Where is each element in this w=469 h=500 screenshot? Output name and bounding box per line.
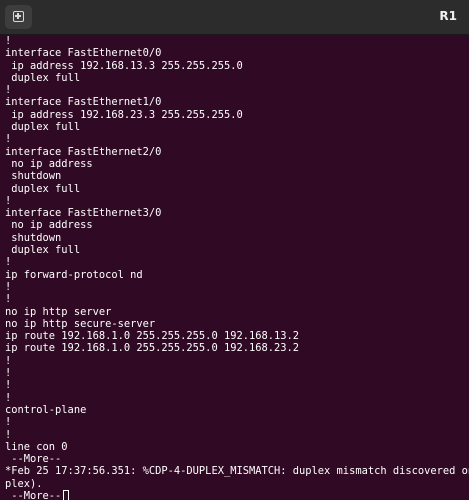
terminal-line: ! xyxy=(5,293,12,306)
new-tab-button[interactable] xyxy=(5,5,32,29)
terminal-line: control-plane xyxy=(5,403,87,416)
terminal-line: --More-- xyxy=(5,453,62,466)
more-prompt: --More-- xyxy=(5,489,62,500)
terminal-line: duplex full xyxy=(5,121,81,134)
terminal-line: interface FastEthernet2/0 xyxy=(5,145,162,158)
terminal-line: interface FastEthernet1/0 xyxy=(5,96,162,109)
terminal-line: ! xyxy=(5,367,12,380)
more-prompt-line: --More-- xyxy=(5,489,469,500)
terminal-line: no ip address xyxy=(5,219,93,232)
terminal-line: ! xyxy=(5,280,12,293)
terminal-line: duplex full xyxy=(5,182,81,195)
terminal-line: no ip http secure-server xyxy=(5,317,156,330)
terminal-line: ! xyxy=(5,428,12,441)
terminal-line: plex). xyxy=(5,477,43,490)
terminal-line: ip route 192.168.1.0 255.255.255.0 192.1… xyxy=(5,330,300,343)
terminal-line: ! xyxy=(5,35,12,47)
terminal-line: ip address 192.168.23.3 255.255.255.0 xyxy=(5,108,243,121)
terminal-output[interactable]: ! interface FastEthernet0/0 ip address 19… xyxy=(5,35,469,500)
title-bar: R1 xyxy=(0,0,469,35)
terminal-line: duplex full xyxy=(5,71,81,84)
terminal-line: duplex full xyxy=(5,244,81,257)
terminal-line: ! xyxy=(5,256,12,269)
terminal-line: ! xyxy=(5,84,12,97)
terminal-line: ip forward-protocol nd xyxy=(5,268,143,281)
new-tab-icon xyxy=(13,11,24,22)
terminal-line: ip address 192.168.13.3 255.255.255.0 xyxy=(5,59,243,72)
terminal-line: ! xyxy=(5,354,12,367)
terminal-line: ! xyxy=(5,379,12,392)
cursor-icon xyxy=(63,489,70,500)
terminal-line: ! xyxy=(5,391,12,404)
terminal-line: interface FastEthernet0/0 xyxy=(5,47,162,60)
window-title: R1 xyxy=(439,9,457,23)
terminal-line: no ip http server xyxy=(5,305,112,318)
terminal-window: R1 ! interface FastEthernet0/0 ip address… xyxy=(0,0,469,500)
terminal-line: ! xyxy=(5,194,12,207)
terminal-line: interface FastEthernet3/0 xyxy=(5,207,162,220)
terminal-line: shutdown xyxy=(5,231,62,244)
terminal-line: shutdown xyxy=(5,170,62,183)
terminal-line: line con 0 xyxy=(5,440,68,453)
terminal-line: ! xyxy=(5,416,12,429)
terminal-line: ip route 192.168.1.0 255.255.255.0 192.1… xyxy=(5,342,300,355)
terminal-line: *Feb 25 17:37:56.351: %CDP-4-DUPLEX_MISM… xyxy=(5,465,469,478)
terminal-line: no ip address xyxy=(5,157,93,170)
terminal-line: ! xyxy=(5,133,12,146)
